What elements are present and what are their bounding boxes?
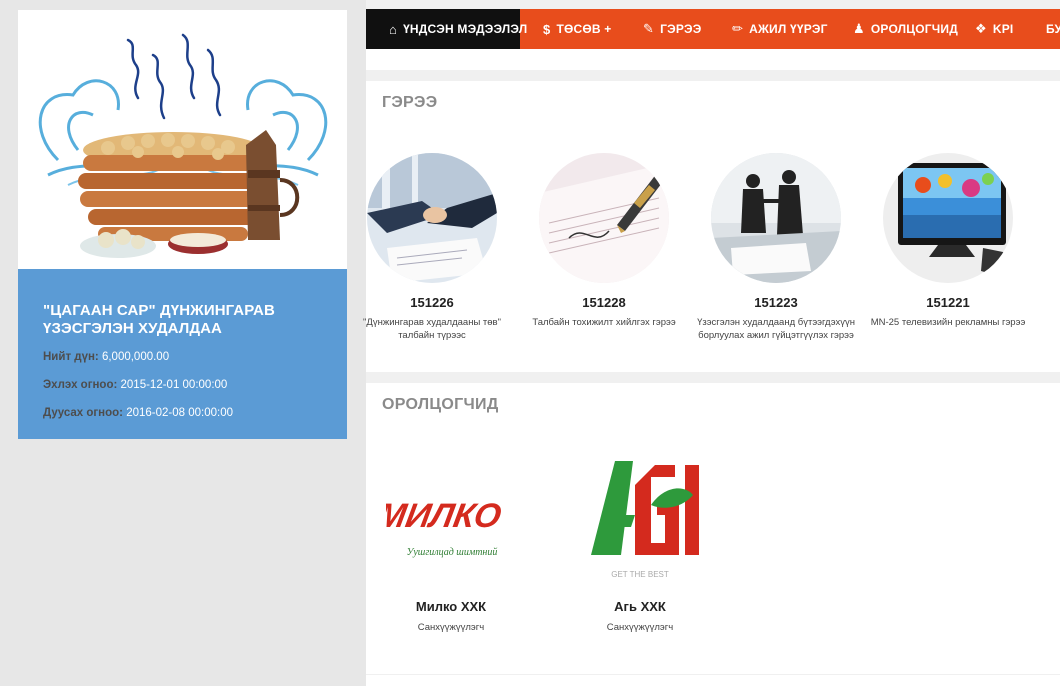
nav-tab-label: ТӨСӨВ + — [556, 22, 612, 36]
contract-number: 151221 — [926, 295, 970, 310]
contract-number: 151223 — [754, 295, 798, 310]
nav-tab-contract[interactable]: ✎ ГЭРЭЭ — [643, 9, 702, 49]
participants-title: ОРОЛЦОГЧИД — [382, 396, 499, 413]
participant-role: Санхүүжүүлэгч — [417, 622, 485, 633]
contract-number: 151228 — [582, 295, 626, 310]
event-card: "ЦАГААН САР" ДҮНЖИНГАРАВ ҮЗЭСГЭЛЭН ХУДАЛ… — [18, 10, 347, 439]
total-amount-label: Нийт дүн: — [43, 351, 99, 363]
contract-description: MN-25 телевизийн рекламны гэрээ — [870, 317, 1026, 328]
milko-logo[interactable]: МИЛКО Уушгилцад шимтний — [374, 455, 516, 585]
end-date-row: Дуусах огноо: 2016-02-08 00:00:00 — [43, 404, 325, 422]
nav-tab-budget[interactable]: $ ТӨСӨВ + — [543, 9, 612, 49]
participant-card[interactable]: МИЛКО Уушгилцад шимтний Милко ХХК Санхүү… — [374, 455, 526, 633]
nav-tab-basic-info[interactable]: ⌂ ҮНДСЭН МЭДЭЭЛЭЛ — [366, 9, 527, 49]
start-date-value: 2015-12-01 00:00:00 — [120, 379, 228, 391]
contracts-panel: ГЭРЭЭ 151226 "Дүнжингарав худалдааны төв… — [363, 81, 1060, 372]
event-title: "ЦАГААН САР" ДҮНЖИНГАРАВ ҮЗЭСГЭЛЭН ХУДАЛ… — [43, 302, 275, 337]
nav-tab-kpi[interactable]: ❖ KPI — [975, 9, 1013, 49]
milko-logo-text: МИЛКО — [386, 497, 504, 535]
participant-role: Санхүүжүүлэгч — [606, 622, 674, 633]
bottom-strip — [366, 675, 1060, 686]
dollar-icon: $ — [543, 21, 551, 37]
home-icon: ⌂ — [389, 21, 398, 37]
nav-tab-label: ОРОЛЦОГЧИД — [870, 22, 959, 36]
nav-tab-label: АЖИЛ ҮҮРЭГ — [749, 22, 828, 36]
contract-number: 151226 — [410, 295, 454, 310]
contract-image-signing[interactable] — [539, 153, 669, 283]
nav-tab-tasks[interactable]: ✏ АЖИЛ ҮҮРЭГ — [732, 9, 828, 49]
contract-image-meeting[interactable] — [711, 153, 841, 283]
contract-card[interactable]: 151221 MN-25 телевизийн рекламны гэрээ — [868, 153, 1028, 329]
contract-card[interactable]: 151226 "Дүнжингарав худалдааны төв" талб… — [352, 153, 512, 342]
gavel-icon: ✎ — [643, 21, 655, 36]
start-date-label: Эхлэх огноо: — [43, 379, 118, 391]
contract-description: Талбайн тохижилт хийлгэх гэрээ — [532, 317, 676, 328]
nav-tab-label: БУ — [1046, 22, 1060, 36]
contracts-title: ГЭРЭЭ — [382, 94, 438, 111]
nav-tab-more[interactable]: БУ — [1046, 9, 1060, 49]
total-amount-row: Нийт дүн: 6,000,000.00 — [43, 348, 325, 366]
pencil-icon: ✏ — [732, 21, 744, 36]
top-nav: ⌂ ҮНДСЭН МЭДЭЭЛЭЛ $ ТӨСӨВ + ✎ ГЭРЭЭ ✏ АЖ… — [366, 9, 1060, 49]
contract-description: "Дүнжингарав худалдааны төв" талбайн түр… — [363, 317, 501, 341]
participant-name: Агь ХХК — [614, 599, 666, 614]
cubes-icon: ❖ — [975, 21, 987, 36]
event-hero-image — [18, 10, 347, 269]
event-info: "ЦАГААН САР" ДҮНЖИНГАРАВ ҮЗЭСГЭЛЭН ХУДАЛ… — [18, 269, 347, 439]
contract-description: Үзэсгэлэн худалдаанд бүтээгдэхүүн борлуу… — [697, 317, 855, 341]
participant-card[interactable]: GET THE BEST Агь ХХК Санхүүжүүлэгч — [565, 455, 715, 633]
participant-name: Милко ХХК — [415, 599, 487, 614]
total-amount-value: 6,000,000.00 — [101, 351, 170, 363]
nav-tab-label: KPI — [992, 22, 1014, 36]
contract-card[interactable]: 151228 Талбайн тохижилт хийлгэх гэрээ — [524, 153, 684, 329]
agi-logo[interactable]: GET THE BEST — [575, 455, 705, 585]
agi-logo-tagline: GET THE BEST — [611, 570, 669, 579]
nav-tab-label: ГЭРЭЭ — [660, 22, 702, 36]
person-icon: ♟ — [853, 21, 865, 36]
contract-card[interactable]: 151223 Үзэсгэлэн худалдаанд бүтээгдэхүүн… — [696, 153, 856, 342]
milko-logo-tagline: Уушгилцад шимтний — [407, 547, 498, 558]
end-date-label: Дуусах огноо: — [43, 407, 124, 419]
start-date-row: Эхлэх огноо: 2015-12-01 00:00:00 — [43, 376, 325, 394]
participants-panel: ОРОЛЦОГЧИД МИЛКО Уушгилцад шимтний Милко… — [366, 383, 1060, 674]
contract-image-tv[interactable] — [883, 153, 1013, 283]
content-strip — [366, 49, 1060, 70]
end-date-value: 2016-02-08 00:00:00 — [126, 407, 234, 419]
contract-image-handshake[interactable] — [367, 153, 497, 283]
nav-tab-participants[interactable]: ♟ ОРОЛЦОГЧИД — [853, 9, 958, 49]
nav-tab-label: ҮНДСЭН МЭДЭЭЛЭЛ — [403, 22, 528, 36]
main-content: ⌂ ҮНДСЭН МЭДЭЭЛЭЛ $ ТӨСӨВ + ✎ ГЭРЭЭ ✏ АЖ… — [363, 0, 1060, 686]
